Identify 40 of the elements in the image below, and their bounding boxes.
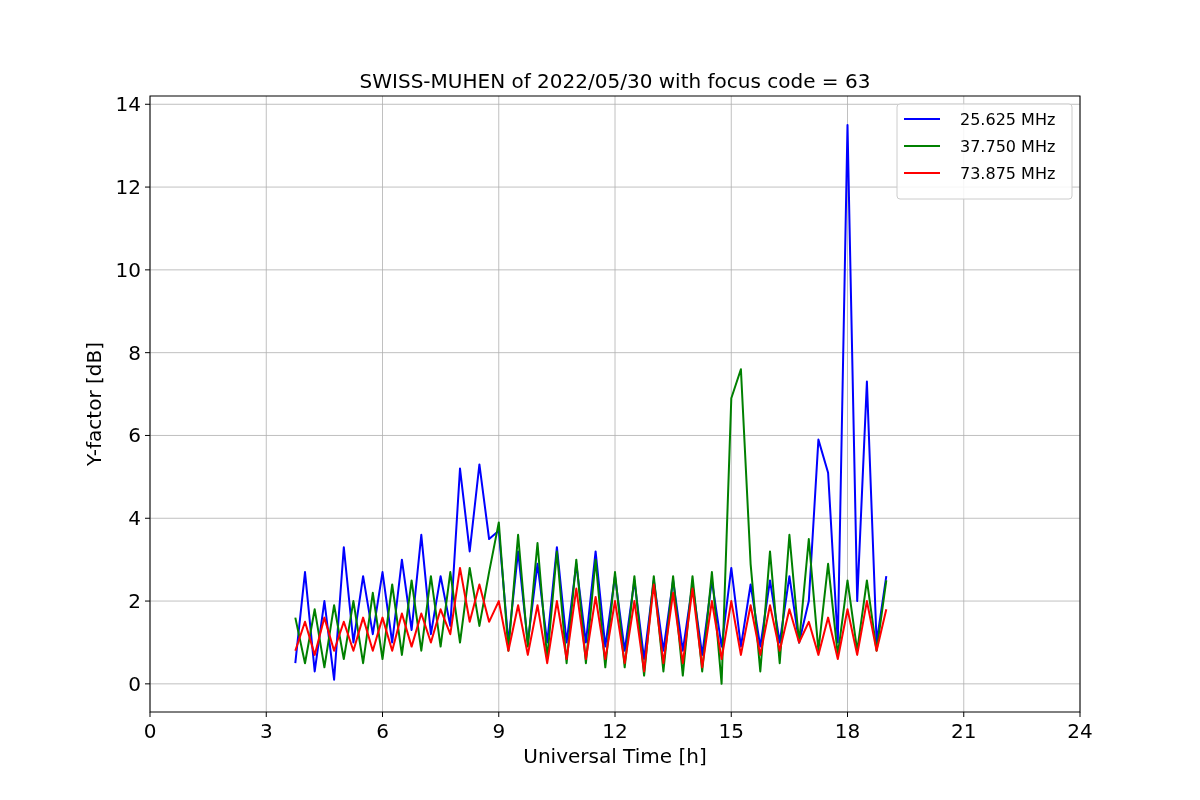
tick-mark xyxy=(963,711,965,718)
tick-mark xyxy=(144,683,151,685)
tick-label: 2 xyxy=(128,589,141,614)
legend-label: 25.625 MHz xyxy=(960,110,1056,129)
tick-mark xyxy=(144,600,151,602)
tick-label: 15 xyxy=(718,719,744,743)
tick-label: 6 xyxy=(376,719,389,743)
tick-label: 12 xyxy=(602,719,628,743)
tick-label: 6 xyxy=(128,423,141,448)
axis-label: Universal Time [h] xyxy=(523,744,707,768)
tick-mark xyxy=(144,517,151,519)
tick-label: 10 xyxy=(115,257,141,282)
tick-mark xyxy=(144,434,151,436)
chart-title: SWISS-MUHEN of 2022/05/30 with focus code = 63 xyxy=(359,69,871,93)
tick-label: 18 xyxy=(834,719,861,743)
tick-mark xyxy=(382,711,383,718)
tick-mark xyxy=(847,711,848,718)
tick-label: 0 xyxy=(143,719,157,743)
tick-mark xyxy=(498,711,500,718)
tick-mark xyxy=(144,103,151,105)
tick-mark xyxy=(265,711,267,718)
tick-mark xyxy=(149,711,151,718)
tick-label: 21 xyxy=(951,719,977,743)
tick-mark xyxy=(614,711,616,718)
tick-mark xyxy=(144,269,151,271)
tick-mark xyxy=(144,186,151,188)
tick-label: 14 xyxy=(115,92,141,117)
tick-label: 24 xyxy=(1067,719,1093,743)
tick-mark xyxy=(730,711,732,718)
tick-mark xyxy=(144,352,151,354)
tick-label: 4 xyxy=(128,506,141,531)
tick-label: 0 xyxy=(128,671,141,696)
axis-label: Y-factor [dB] xyxy=(82,342,106,466)
tick-label: 12 xyxy=(115,175,141,200)
tick-label: 9 xyxy=(492,719,506,743)
legend-label: 73.875 MHz xyxy=(960,164,1056,183)
tick-label: 3 xyxy=(259,719,273,743)
tick-mark xyxy=(1079,711,1081,718)
tick-label: 8 xyxy=(128,340,141,365)
legend-label: 37.750 MHz xyxy=(960,137,1056,156)
